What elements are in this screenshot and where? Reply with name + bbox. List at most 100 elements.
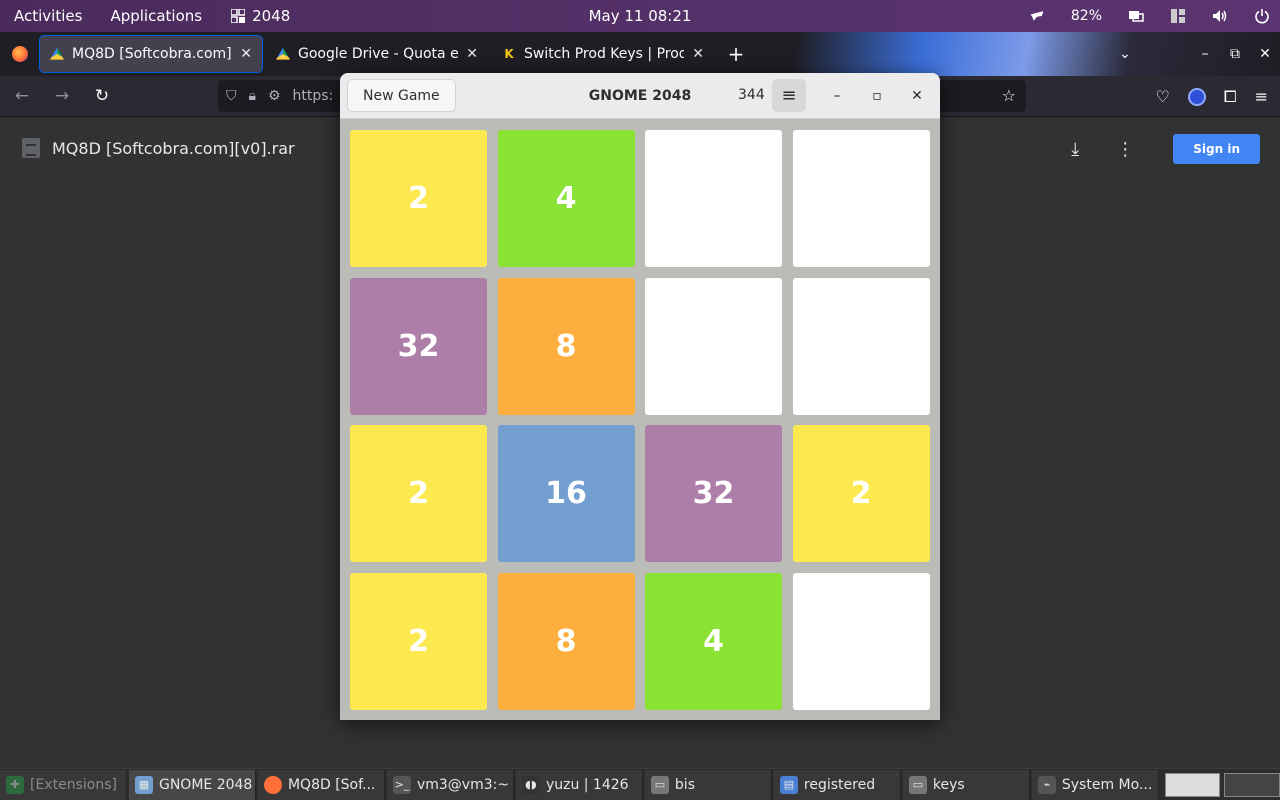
monitor-icon: ⌁ — [1037, 775, 1056, 794]
browser-tab[interactable]: Google Drive - Quota exc ✕ — [266, 36, 488, 72]
volume-icon[interactable] — [1212, 8, 1228, 24]
tile-empty — [645, 277, 782, 415]
permissions-icon[interactable]: ⚙ — [268, 88, 281, 104]
file-icon — [22, 138, 40, 158]
new-tab-button[interactable]: + — [718, 42, 754, 66]
taskbar-label: GNOME 2048 — [158, 776, 253, 793]
shield-icon[interactable]: ⛉ — [226, 88, 237, 104]
firefox-icon — [263, 775, 282, 794]
game-headerbar: New Game GNOME 2048 344 ≡ – ▫ ✕ — [340, 73, 940, 119]
taskbar-item[interactable]: ⌁ System Mo... — [1031, 769, 1159, 800]
tab-title: MQ8D [Softcobra.com][v — [72, 46, 233, 62]
tile-4: 4 — [497, 130, 635, 267]
maximize-icon[interactable]: ▫ — [864, 83, 890, 109]
applications-label: Applications — [110, 7, 203, 25]
taskbar-item[interactable]: ▭ bis — [644, 769, 772, 800]
workspace-2[interactable] — [1224, 772, 1280, 797]
tab-title: Switch Prod Keys | Prod.K — [524, 46, 685, 62]
network-icon[interactable] — [1029, 8, 1045, 24]
game-score: 344 — [738, 87, 765, 103]
tile-empty — [792, 277, 930, 415]
taskbar-label: keys — [932, 776, 965, 793]
close-window-icon[interactable]: ✕ — [1250, 46, 1280, 62]
browser-tab-strip: MQ8D [Softcobra.com][v ✕ Google Drive - … — [0, 32, 1280, 76]
tile-32: 32 — [350, 277, 487, 415]
game-board[interactable]: 2 4 32 8 2 16 32 2 2 8 4 — [350, 130, 930, 710]
workspace-grid-icon[interactable] — [1170, 8, 1186, 24]
activities-button[interactable]: Activities — [0, 7, 96, 25]
hamburger-menu-icon[interactable]: ≡ — [1255, 87, 1268, 106]
more-options-icon[interactable]: ⋮ — [1113, 139, 1137, 160]
close-tab-icon[interactable]: ✕ — [240, 46, 252, 62]
pocket-icon[interactable]: ♡ — [1155, 87, 1169, 106]
account-icon[interactable] — [1187, 87, 1206, 106]
taskbar-item[interactable]: >_ vm3@vm3:~ — [386, 769, 514, 800]
battery-percent[interactable]: 82% — [1071, 8, 1102, 24]
file-name: MQ8D [Softcobra.com][v0].rar — [52, 138, 295, 158]
workspace-1[interactable] — [1164, 772, 1221, 797]
game-menu-icon[interactable]: ≡ — [772, 79, 806, 112]
forward-icon[interactable]: → — [44, 80, 80, 112]
minimize-icon[interactable]: – — [1190, 46, 1220, 62]
taskbar-label: bis — [674, 776, 695, 793]
app-name: 2048 — [252, 7, 291, 25]
lock-icon[interactable]: 🔒︎ — [249, 88, 256, 104]
terminal-icon: >_ — [392, 775, 411, 794]
window-list-taskbar: ✚ [Extensions] ▦ GNOME 2048 MQ8D [Sof... >_ vm… — [0, 768, 1280, 800]
tile-16: 16 — [497, 425, 635, 562]
taskbar-item[interactable]: ▭ keys — [902, 769, 1030, 800]
gdrive-icon — [50, 47, 64, 60]
taskbar-label: vm3@vm3:~ — [416, 776, 510, 793]
tile-empty — [792, 572, 930, 710]
bookmark-star-icon[interactable]: ☆ — [1002, 86, 1016, 105]
document-icon: ▤ — [779, 775, 798, 794]
tile-4: 4 — [645, 572, 782, 710]
browser-tab[interactable]: MQ8D [Softcobra.com][v ✕ — [39, 35, 263, 73]
power-icon[interactable] — [1254, 8, 1270, 24]
tile-32: 32 — [645, 425, 782, 562]
gnome-2048-window: New Game GNOME 2048 344 ≡ – ▫ ✕ 2 4 32 8 2 16… — [340, 73, 940, 720]
extensions-icon[interactable]: ⧠ — [1224, 87, 1237, 107]
firefox-menu[interactable] — [0, 32, 40, 76]
tile-2: 2 — [792, 425, 930, 562]
file-header: MQ8D [Softcobra.com][v0].rar — [22, 138, 295, 158]
taskbar-label: MQ8D [Sof... — [287, 776, 376, 793]
tab-title: Google Drive - Quota exc — [298, 46, 459, 62]
close-tab-icon[interactable]: ✕ — [692, 46, 704, 62]
reload-icon[interactable]: ↻ — [84, 80, 120, 112]
back-icon[interactable]: ← — [4, 80, 40, 112]
new-game-button[interactable]: New Game — [347, 79, 456, 112]
taskbar-item[interactable]: ◖◗ yuzu | 1426 — [515, 769, 643, 800]
screen-share-icon[interactable] — [1128, 8, 1144, 24]
taskbar-label: System Mo... — [1061, 776, 1153, 793]
clock[interactable]: May 11 08:21 — [589, 7, 692, 25]
taskbar-item[interactable]: ▤ registered — [773, 769, 901, 800]
download-icon[interactable]: ⤓ — [1063, 139, 1087, 160]
list-all-tabs-icon[interactable]: ⌄ — [1110, 46, 1140, 62]
folder-icon: ▭ — [650, 775, 669, 794]
taskbar-item[interactable]: ▦ GNOME 2048 — [128, 769, 256, 800]
tile-8: 8 — [497, 572, 635, 710]
taskbar-item[interactable]: MQ8D [Sof... — [257, 769, 385, 800]
close-icon[interactable]: ✕ — [904, 83, 930, 109]
firefox-icon — [12, 46, 28, 62]
k-icon: K — [504, 47, 514, 61]
restore-icon[interactable]: ⧉ — [1220, 46, 1250, 62]
2048-icon: ▦ — [134, 775, 153, 794]
close-tab-icon[interactable]: ✕ — [466, 46, 478, 62]
sign-in-button[interactable]: Sign in — [1173, 134, 1260, 164]
app-menu[interactable]: 2048 — [216, 7, 304, 25]
tile-2: 2 — [350, 425, 487, 562]
activities-label: Activities — [14, 7, 83, 25]
minimize-icon[interactable]: – — [824, 83, 850, 109]
applications-menu[interactable]: Applications — [96, 7, 216, 25]
puzzle-icon: ✚ — [6, 775, 24, 794]
browser-tab[interactable]: K Switch Prod Keys | Prod.K ✕ — [492, 36, 714, 72]
folder-icon: ▭ — [908, 775, 927, 794]
tile-empty — [645, 130, 782, 267]
top-panel: Activities Applications 2048 May 11 08:2… — [0, 0, 1280, 32]
taskbar-label: yuzu | 1426 — [545, 776, 629, 793]
taskbar-item[interactable]: ✚ [Extensions] — [0, 769, 127, 800]
2048-app-icon — [230, 8, 246, 24]
url-text: https: — [292, 88, 334, 104]
